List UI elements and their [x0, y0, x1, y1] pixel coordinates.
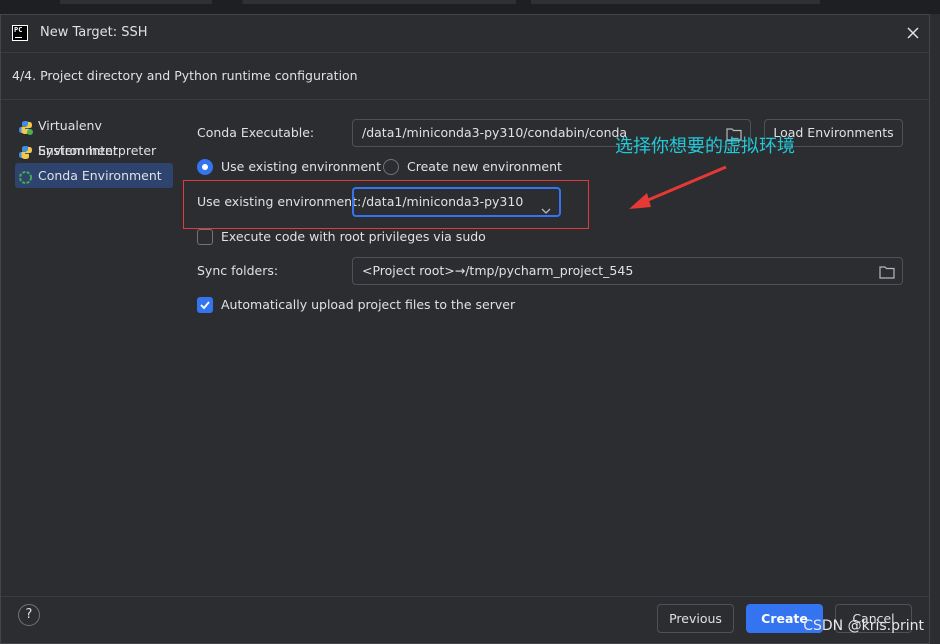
virtualenv-icon	[18, 118, 33, 135]
sidebar-item-virtualenv[interactable]: Virtualenv Environment	[15, 113, 173, 158]
chevron-down-icon	[541, 198, 551, 214]
create-new-radio-label: Create new environment	[407, 159, 562, 174]
checkmark-icon	[200, 301, 210, 310]
folder-icon[interactable]	[879, 264, 895, 279]
annotation-text: 选择你想要的虚拟环境	[615, 136, 795, 157]
sync-folders-label: Sync folders:	[197, 263, 279, 278]
dialog-title: New Target: SSH	[40, 25, 148, 40]
previous-button[interactable]: Previous	[657, 604, 734, 633]
create-new-radio[interactable]	[383, 159, 399, 175]
auto-upload-checkbox-label: Automatically upload project files to th…	[221, 297, 516, 312]
sidebar-item-system-interpreter[interactable]: System Interpreter	[15, 138, 173, 163]
sync-folders-field[interactable]: <Project root>→/tmp/pycharm_project_545	[352, 257, 903, 285]
step-title: 4/4. Project directory and Python runtim…	[12, 68, 358, 83]
python-icon	[18, 143, 33, 159]
step-header: 4/4. Project directory and Python runtim…	[1, 52, 929, 100]
sidebar-item-label: System Interpreter	[38, 143, 157, 158]
conda-executable-label: Conda Executable:	[197, 125, 315, 140]
existing-environment-select[interactable]: /data1/miniconda3-py310	[352, 187, 561, 217]
background-editor-strip	[0, 0, 940, 14]
auto-upload-checkbox[interactable]	[197, 297, 213, 313]
sidebar-item-conda[interactable]: Conda Environment	[15, 163, 173, 188]
sidebar-item-label: Conda Environment	[38, 168, 162, 183]
annotation-arrow	[629, 165, 727, 209]
sudo-checkbox[interactable]	[197, 229, 213, 245]
sync-folders-value: <Project root>→/tmp/pycharm_project_545	[362, 263, 634, 278]
sudo-checkbox-label: Execute code with root privileges via su…	[221, 229, 486, 244]
dialog-footer: ? Previous Create Cancel	[1, 596, 929, 643]
pycharm-logo-icon: PC	[12, 25, 28, 41]
environment-type-list: Virtualenv Environment System Interprete…	[15, 113, 173, 188]
use-existing-radio-label: Use existing environment	[221, 159, 381, 174]
conda-executable-value: /data1/miniconda3-py310/condabin/conda	[362, 125, 628, 140]
existing-environment-value: /data1/miniconda3-py310	[362, 194, 524, 209]
title-bar: PC New Target: SSH	[1, 15, 929, 52]
help-button[interactable]: ?	[18, 604, 40, 626]
close-icon[interactable]	[905, 25, 921, 41]
existing-environment-label: Use existing environment:	[197, 194, 362, 209]
csdn-watermark: CSDN @kris.print	[803, 618, 924, 634]
conda-icon	[18, 168, 33, 184]
use-existing-radio[interactable]	[197, 159, 213, 175]
new-target-dialog: PC New Target: SSH 4/4. Project director…	[0, 14, 930, 644]
